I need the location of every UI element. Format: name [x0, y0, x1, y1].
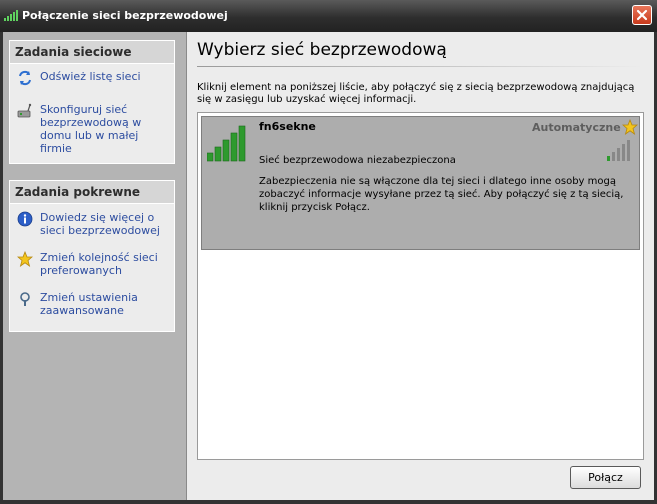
- change-advanced-settings-link[interactable]: Zmień ustawienia zaawansowane: [10, 291, 174, 317]
- info-icon: [17, 211, 33, 227]
- close-button[interactable]: [632, 5, 652, 25]
- refresh-network-list-link[interactable]: Odśwież listę sieci: [10, 70, 174, 86]
- network-item[interactable]: fn6sekne Automatyczne Sieć bezprzewodowa…: [201, 116, 640, 250]
- preferred-star-icon: [622, 119, 638, 135]
- close-icon: [636, 9, 648, 21]
- network-tasks-panel: Zadania sieciowe Odśwież listę sieci Sko…: [9, 40, 175, 164]
- star-icon: [17, 251, 33, 267]
- heading-divider: [197, 66, 644, 67]
- wireless-signal-icon: [4, 10, 18, 21]
- setup-wireless-network-label: Skonfiguruj sieć bezprzewodową w domu lu…: [40, 103, 142, 155]
- connection-mode: Automatyczne: [532, 121, 621, 134]
- security-description: Zabezpieczenia nie są włączone dla tej s…: [259, 176, 624, 213]
- connect-button[interactable]: Połącz: [570, 466, 641, 489]
- settings-icon: [20, 292, 30, 306]
- task-sidebar: Zadania sieciowe Odśwież listę sieci Sko…: [3, 32, 186, 500]
- related-tasks-header: Zadania pokrewne: [10, 181, 174, 204]
- wireless-setup-icon: [17, 103, 32, 118]
- learn-more-wireless-label: Dowiedz się więcej o sieci bezprzewodowe…: [40, 211, 160, 237]
- change-advanced-settings-label: Zmień ustawienia zaawansowane: [40, 291, 138, 317]
- signal-strength-icon: [207, 125, 246, 162]
- wireless-connection-window: Połączenie sieci bezprzewodowej Zadania …: [0, 0, 657, 504]
- network-list[interactable]: fn6sekne Automatyczne Sieć bezprzewodowa…: [197, 112, 644, 460]
- signal-bars-icon: [607, 140, 630, 161]
- window-frame-bottom: [0, 500, 657, 504]
- refresh-icon: [19, 70, 31, 86]
- learn-more-wireless-link[interactable]: Dowiedz się więcej o sieci bezprzewodowe…: [10, 211, 174, 237]
- main-content: Wybierz sieć bezprzewodową Kliknij eleme…: [187, 32, 654, 500]
- window-title: Połączenie sieci bezprzewodowej: [22, 9, 228, 22]
- page-title: Wybierz sieć bezprzewodową: [197, 40, 447, 60]
- change-preferred-order-link[interactable]: Zmień kolejność sieci preferowanych: [10, 251, 174, 277]
- setup-wireless-network-link[interactable]: Skonfiguruj sieć bezprzewodową w domu lu…: [10, 103, 174, 155]
- change-preferred-order-label: Zmień kolejność sieci preferowanych: [40, 251, 158, 277]
- related-tasks-panel: Zadania pokrewne Dowiedz się więcej o si…: [9, 180, 175, 332]
- title-bar[interactable]: Połączenie sieci bezprzewodowej: [0, 0, 657, 32]
- network-name: fn6sekne: [259, 120, 316, 133]
- network-tasks-header: Zadania sieciowe: [10, 41, 174, 64]
- instruction-text: Kliknij element na poniższej liście, aby…: [197, 82, 635, 105]
- refresh-network-list-label: Odśwież listę sieci: [40, 70, 141, 83]
- security-status: Sieć bezprzewodowa niezabezpieczona: [259, 155, 456, 166]
